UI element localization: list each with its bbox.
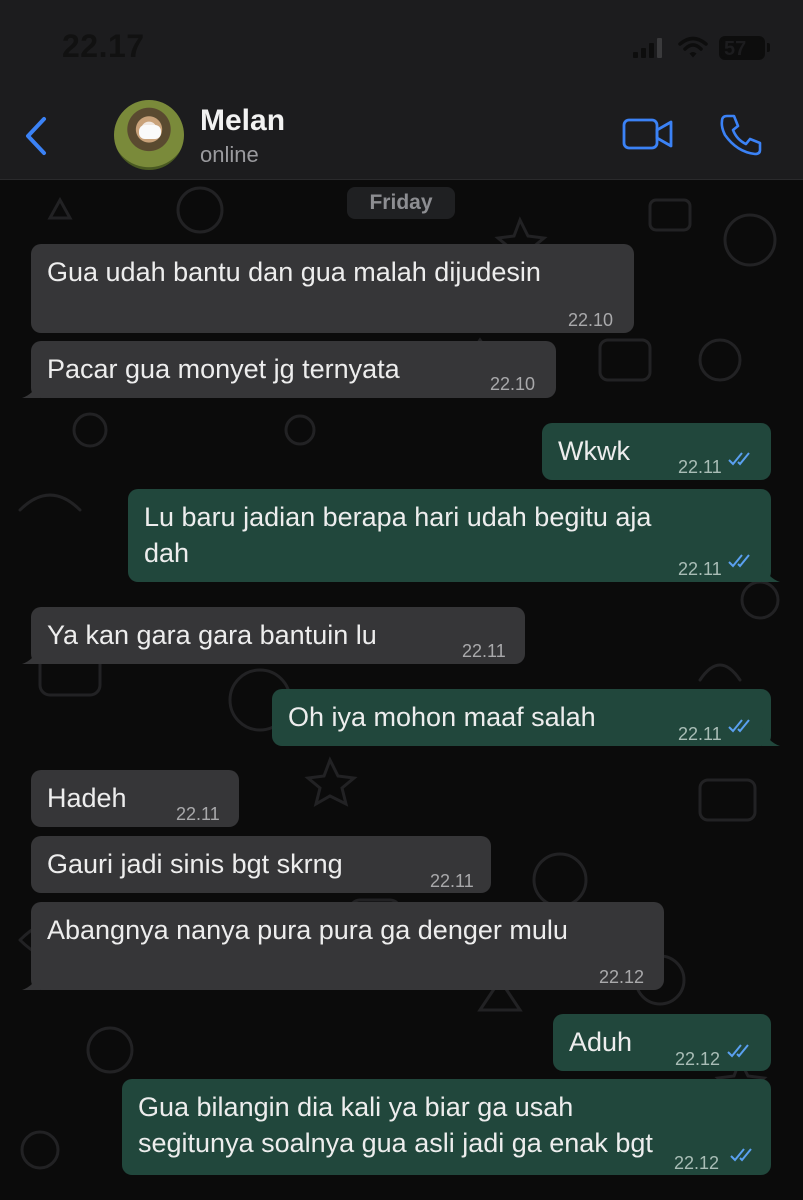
battery-level: 57 — [724, 38, 747, 60]
message-text: Abangnya nanya pura pura ga denger mulu — [47, 915, 568, 945]
message-text: Lu baru jadian berapa hari udah begitu a… — [144, 502, 652, 532]
video-camera-icon[interactable] — [622, 117, 674, 151]
outgoing-message[interactable]: Oh iya mohon maaf salah 22.11 — [272, 689, 780, 746]
bubble-tail — [22, 646, 40, 664]
incoming-message[interactable]: Gauri jadi sinis bgt skrng 22.11 — [31, 836, 491, 893]
message-time: 22.11 — [678, 559, 722, 579]
message-text: Aduh — [569, 1027, 633, 1057]
message-list[interactable]: Friday Gua udah bantu dan gua malah diju… — [0, 180, 803, 1200]
phone-icon[interactable] — [718, 113, 764, 157]
outgoing-message[interactable]: Aduh 22.12 — [553, 1014, 771, 1071]
message-time: 22.11 — [678, 724, 722, 744]
bubble-tail — [762, 564, 780, 582]
outgoing-message[interactable]: Wkwk 22.11 — [542, 423, 771, 480]
message-text: segitunya soalnya gua asli jadi ga enak … — [138, 1128, 653, 1158]
message-time: 22.11 — [462, 641, 506, 661]
battery-icon: 57 — [719, 36, 765, 60]
message-text: Pacar gua monyet jg ternyata — [47, 354, 400, 384]
double-check-icon — [728, 452, 750, 466]
message-text: Gua udah bantu dan gua malah dijudesin — [47, 257, 541, 287]
message-text: Oh iya mohon maaf salah — [288, 702, 596, 732]
message-text: Gua bilangin dia kali ya biar ga usah — [138, 1092, 574, 1122]
chat-screen: 22.17 57 Melan online Friday Gua udah ba… — [0, 0, 803, 1200]
battery-nub — [767, 43, 770, 52]
message-text: Ya kan gara gara bantuin lu — [47, 620, 377, 650]
double-check-icon — [728, 554, 750, 568]
incoming-message[interactable]: Abangnya nanya pura pura ga denger mulu … — [22, 902, 664, 990]
message-time: 22.12 — [674, 1153, 720, 1173]
signal-icon — [633, 38, 663, 58]
message-time: 22.10 — [568, 310, 614, 330]
date-separator: Friday — [347, 187, 455, 219]
status-time: 22.17 — [62, 28, 145, 64]
message-time: 22.10 — [490, 374, 536, 394]
incoming-message[interactable]: Hadeh 22.11 — [31, 770, 239, 827]
chat-header: Melan online — [0, 95, 803, 180]
message-time: 22.11 — [176, 804, 220, 824]
double-check-icon — [727, 1044, 749, 1058]
incoming-message[interactable]: Pacar gua monyet jg ternyata 22.10 — [22, 341, 556, 398]
message-text: dah — [144, 538, 190, 568]
incoming-message[interactable]: Gua udah bantu dan gua malah dijudesin 2… — [31, 244, 634, 333]
message-time: 22.11 — [430, 871, 474, 891]
outgoing-message[interactable]: Lu baru jadian berapa hari udah begitu a… — [128, 489, 780, 582]
message-time: 22.12 — [675, 1049, 721, 1069]
outgoing-message[interactable]: Gua bilangin dia kali ya biar ga usah se… — [122, 1079, 771, 1175]
message-text: Hadeh — [47, 783, 127, 813]
message-text: Wkwk — [558, 436, 630, 466]
bubble-tail — [22, 380, 40, 398]
contact-name[interactable]: Melan — [200, 104, 285, 138]
message-time: 22.11 — [678, 457, 722, 477]
wifi-icon — [678, 36, 708, 58]
double-check-icon — [728, 719, 750, 733]
bubble-tail — [762, 728, 780, 746]
status-bar: 22.17 57 — [0, 0, 803, 95]
avatar[interactable] — [114, 100, 184, 170]
incoming-message[interactable]: Ya kan gara gara bantuin lu 22.11 — [22, 607, 525, 664]
double-check-icon — [730, 1148, 752, 1162]
message-time: 22.12 — [599, 967, 645, 987]
bubble-tail — [22, 972, 40, 990]
contact-status: online — [200, 142, 259, 167]
message-text: Gauri jadi sinis bgt skrng — [47, 849, 343, 879]
avatar-mask — [139, 125, 161, 139]
chevron-left-icon[interactable] — [16, 111, 60, 161]
